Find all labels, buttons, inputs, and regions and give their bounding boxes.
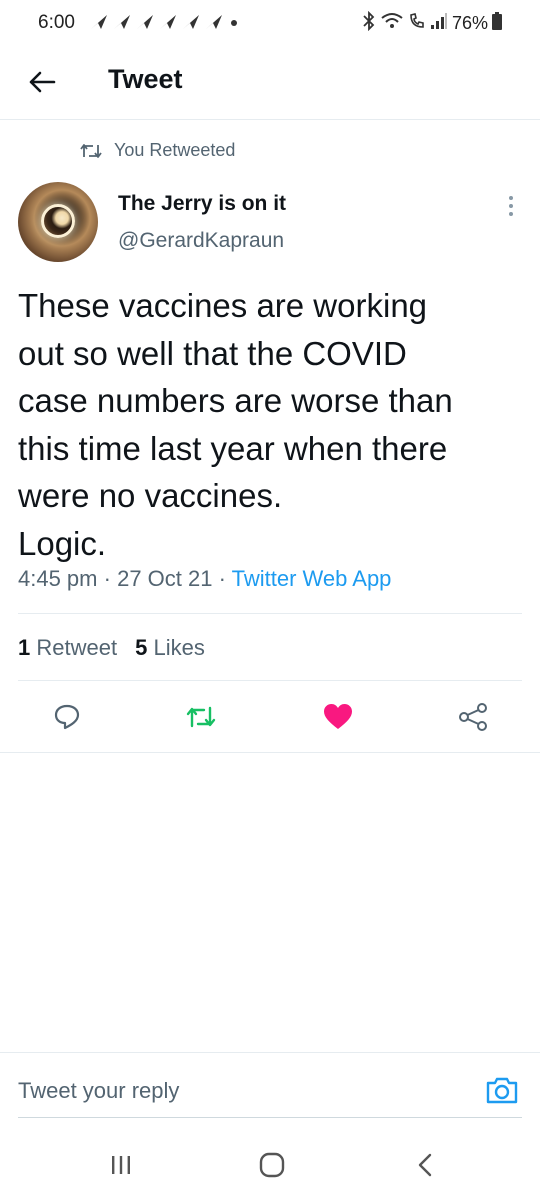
- avatar[interactable]: [18, 182, 98, 262]
- battery-icon: [492, 12, 502, 35]
- meta-separator: ·: [218, 566, 232, 591]
- back-button[interactable]: [24, 64, 60, 100]
- battery-percent: 76%: [451, 13, 488, 33]
- retweet-label: Retweet: [36, 635, 118, 660]
- tweet-meta: 4:45 pm · 27 Oct 21 · Twitter Web App: [18, 566, 391, 592]
- share-icon: [459, 703, 487, 731]
- navigation-arrow-icon: [158, 13, 178, 31]
- tweet-time: 4:45 pm: [18, 566, 98, 591]
- tweet-text-line: Logic.: [18, 524, 107, 562]
- wifi-calling-icon: [408, 12, 426, 35]
- avatar-image: [41, 204, 75, 238]
- camera-icon: [486, 1077, 518, 1104]
- author-handle[interactable]: @GerardKapraun: [118, 229, 284, 253]
- arrow-left-icon: [29, 71, 56, 93]
- tweet-text-line: were no vaccines.: [18, 477, 283, 514]
- divider: [18, 680, 522, 681]
- top-app-bar: Tweet: [0, 46, 540, 120]
- camera-button[interactable]: [482, 1070, 522, 1110]
- more-vertical-icon-dot: [509, 212, 513, 216]
- retweets-stat[interactable]: 1 Retweet: [18, 635, 117, 661]
- tweet-text-line: this time last year when there: [18, 429, 448, 467]
- retweet-icon: [186, 706, 216, 728]
- like-count: 5: [135, 635, 148, 660]
- divider: [18, 613, 522, 614]
- navigation-arrow-icon: [181, 13, 201, 31]
- tweet-text: These vaccines are working out so well t…: [18, 282, 523, 567]
- tweet-stats: 1 Retweet 5 Likes: [18, 635, 205, 661]
- navigation-arrow-icon: [89, 13, 109, 31]
- like-button[interactable]: [315, 694, 361, 740]
- notification-icons: [89, 13, 224, 31]
- more-vertical-icon: [509, 196, 513, 200]
- retweet-banner-text: You Retweeted: [114, 140, 236, 160]
- tweet-source-link[interactable]: Twitter Web App: [232, 566, 392, 591]
- status-right: 76%: [362, 10, 502, 36]
- reply-bar-divider: [0, 1052, 540, 1053]
- reply-input[interactable]: [18, 1074, 458, 1108]
- more-notifications-dot: [231, 20, 237, 26]
- recent-apps-icon: [112, 1156, 130, 1174]
- comment-icon: [54, 704, 80, 730]
- author-name[interactable]: The Jerry is on it: [118, 192, 286, 216]
- heart-icon: [324, 704, 352, 729]
- chevron-left-icon: [418, 1153, 432, 1177]
- navigation-arrow-icon: [135, 13, 155, 31]
- tweet-actions: [0, 694, 540, 740]
- wifi-icon: [380, 12, 404, 35]
- like-label: Likes: [153, 635, 205, 660]
- reply-underline: [18, 1117, 522, 1118]
- navigation-arrow-icon: [112, 13, 132, 31]
- tweet-date: 27 Oct 21: [117, 566, 213, 591]
- status-time: 6:00: [38, 12, 75, 33]
- more-options-button[interactable]: [499, 191, 523, 221]
- page-title: Tweet: [108, 64, 183, 94]
- reply-button[interactable]: [44, 694, 90, 740]
- status-bar: 6:00 76%: [0, 0, 540, 46]
- retweet-button[interactable]: [178, 694, 224, 740]
- system-nav-bar: [0, 1134, 540, 1200]
- meta-separator: ·: [103, 566, 118, 591]
- home-icon: [259, 1152, 285, 1178]
- retweet-icon: [80, 143, 102, 158]
- bluetooth-icon: [362, 10, 376, 36]
- share-button[interactable]: [450, 694, 496, 740]
- retweet-banner[interactable]: You Retweeted: [80, 140, 235, 161]
- tweet-text-line: out so well that the COVID: [18, 334, 407, 372]
- retweet-count: 1: [18, 635, 31, 660]
- tweet-text-line: These vaccines are working: [18, 287, 428, 324]
- likes-stat[interactable]: 5 Likes: [135, 635, 205, 661]
- home-button[interactable]: [252, 1148, 292, 1182]
- signal-icon: [430, 12, 448, 35]
- recent-apps-button[interactable]: [101, 1148, 141, 1182]
- navigation-arrow-icon: [204, 13, 224, 31]
- divider: [0, 752, 540, 753]
- tweet-text-line: case numbers are worse than: [18, 382, 453, 419]
- back-nav-button[interactable]: [405, 1148, 445, 1182]
- more-vertical-icon-dot: [509, 204, 513, 208]
